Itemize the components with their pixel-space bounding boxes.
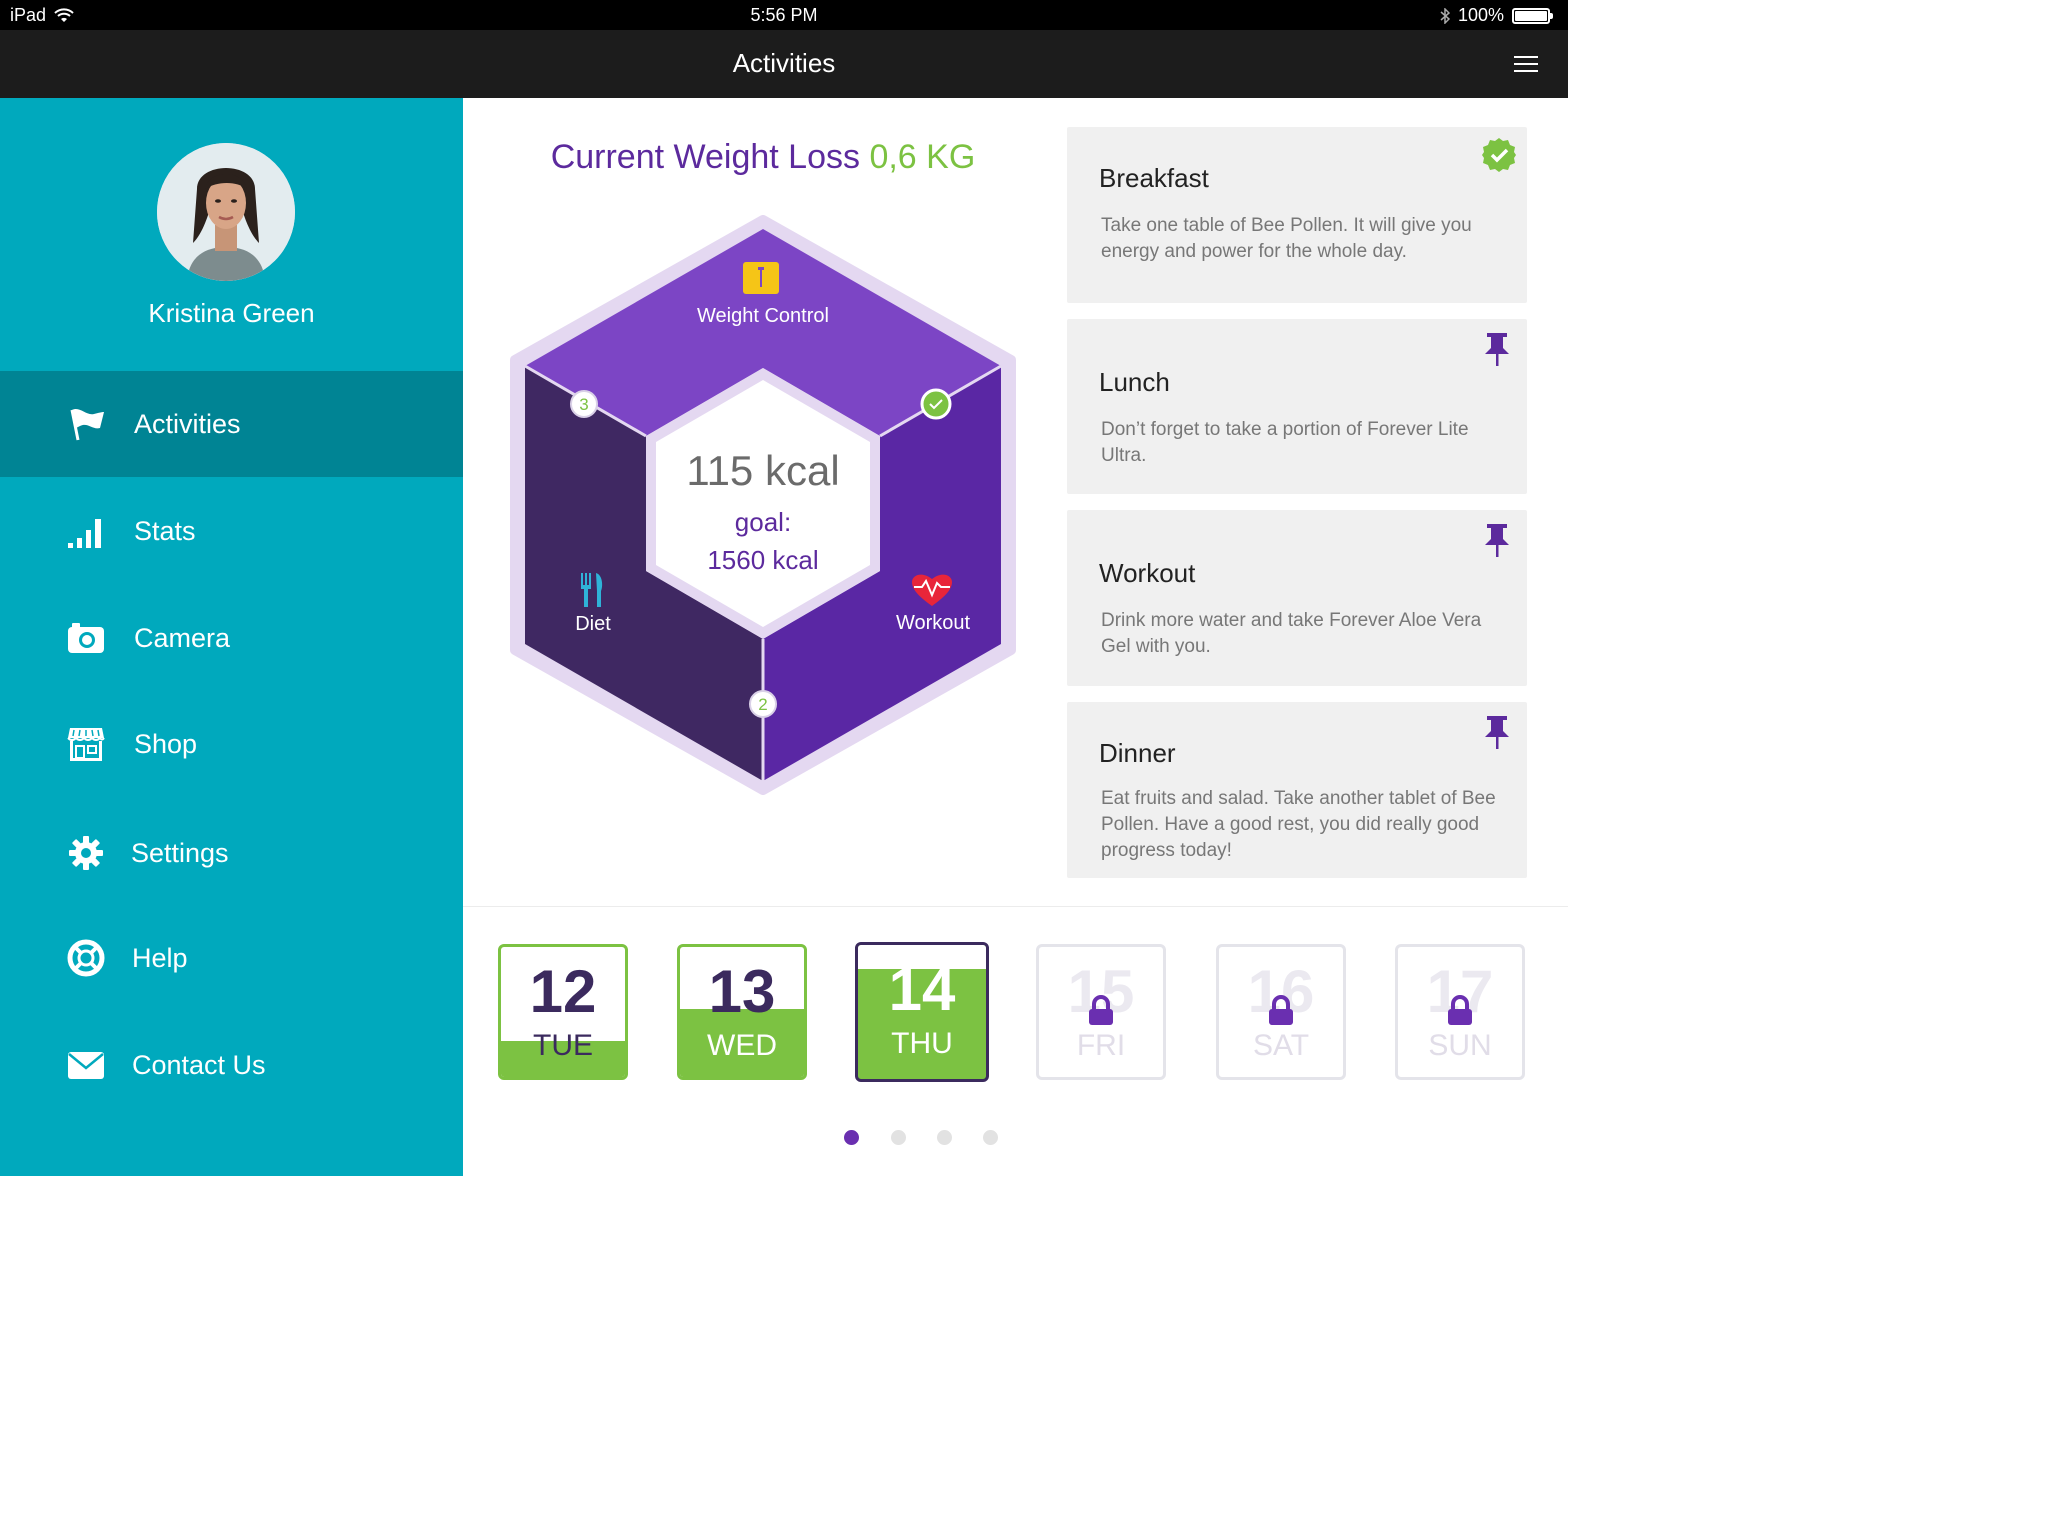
status-time: 5:56 PM	[750, 5, 818, 25]
sidebar-item-stats[interactable]: Stats	[0, 478, 463, 584]
day-weekday: TUE	[533, 1029, 593, 1062]
card-title: Lunch	[1099, 367, 1170, 397]
bars-icon	[66, 511, 106, 551]
hamburger-icon[interactable]	[1514, 56, 1538, 74]
page-dot-3[interactable]	[937, 1130, 952, 1145]
sidebar-item-camera[interactable]: Camera	[0, 585, 463, 691]
kcal-value: 115 kcal	[686, 447, 840, 494]
card-text: Take one table of Bee Pollen. It will gi…	[1101, 215, 1472, 262]
mail-icon	[66, 1045, 106, 1085]
day-tile-wed[interactable]: 13 WED	[677, 944, 807, 1080]
sidebar-item-label: Help	[132, 942, 188, 973]
lifebuoy-icon	[66, 938, 106, 978]
sidebar-item-label: Contact Us	[132, 1049, 266, 1080]
day-weekday: SUN	[1428, 1029, 1492, 1062]
flag-icon	[66, 404, 106, 444]
day-tile-sun: 17 SUN	[1395, 944, 1525, 1080]
sidebar: Kristina Green Activities Stats Camera S…	[0, 98, 463, 1176]
pagination	[0, 1130, 1568, 1146]
day-tile-fri: 15 FRI	[1036, 944, 1166, 1080]
card-text: Don’t forget to take a portion of Foreve…	[1101, 419, 1469, 466]
page-dot-2[interactable]	[891, 1130, 906, 1145]
sidebar-item-label: Activities	[134, 408, 241, 439]
day-number: 12	[529, 958, 597, 1025]
day-tile-sat: 16 SAT	[1216, 944, 1346, 1080]
weight-loss-title: Current Weight Loss 0,6 KG	[463, 138, 1063, 177]
sidebar-item-label: Stats	[134, 515, 196, 546]
sidebar-item-contact[interactable]: Contact Us	[0, 1012, 463, 1118]
sidebar-item-activities[interactable]: Activities	[0, 371, 463, 477]
card-dinner[interactable]: Dinner Eat fruits and salad. Take anothe…	[1067, 702, 1527, 878]
shop-icon	[66, 724, 106, 764]
lock-icon	[1089, 995, 1113, 1025]
card-text: Eat fruits and salad. Take another table…	[1101, 788, 1496, 861]
scale-icon	[743, 262, 779, 294]
sidebar-item-settings[interactable]: Settings	[0, 800, 463, 906]
badge-2-text: 2	[758, 695, 767, 714]
page-dot-1[interactable]	[844, 1130, 859, 1145]
sidebar-item-help[interactable]: Help	[0, 905, 463, 1011]
page-title: Activities	[732, 48, 836, 78]
battery-icon	[1512, 7, 1553, 24]
status-right: 100%	[1440, 5, 1553, 26]
avatar[interactable]	[157, 143, 295, 281]
day-number: 13	[708, 958, 776, 1025]
gear-icon	[66, 833, 106, 873]
workout-label: Workout	[895, 612, 971, 634]
badge-3-text: 3	[579, 395, 588, 414]
card-breakfast[interactable]: Breakfast Take one table of Bee Pollen. …	[1067, 127, 1527, 303]
day-weekday: FRI	[1076, 1029, 1126, 1062]
nav-bar: Activities	[0, 30, 1568, 98]
badge-check	[920, 388, 952, 420]
card-text: Drink more water and take Forever Aloe V…	[1101, 610, 1482, 657]
lock-icon	[1269, 995, 1293, 1025]
badge-2: 2	[749, 690, 777, 718]
goal-value: 1560 kcal	[707, 545, 819, 575]
day-weekday: THU	[891, 1027, 953, 1060]
divider	[463, 906, 1568, 907]
card-title: Dinner	[1099, 738, 1176, 768]
bluetooth-icon	[1440, 7, 1450, 24]
day-number: 14	[888, 956, 956, 1023]
sidebar-item-label: Settings	[131, 837, 229, 868]
card-title: Breakfast	[1099, 163, 1209, 193]
sidebar-item-shop[interactable]: Shop	[0, 691, 463, 797]
check-circle-icon	[1481, 137, 1517, 173]
battery-percent: 100%	[1457, 5, 1504, 25]
pin-icon[interactable]	[1479, 331, 1515, 367]
weight-loss-value: 0,6 KG	[869, 138, 976, 176]
goal-label: goal:	[734, 507, 792, 537]
badge-3: 3	[570, 390, 598, 418]
card-workout[interactable]: Workout Drink more water and take Foreve…	[1067, 510, 1527, 686]
diet-label: Diet	[575, 613, 611, 635]
day-tile-thu[interactable]: 14 THU	[855, 942, 989, 1082]
card-title: Workout	[1099, 558, 1196, 588]
sidebar-item-label: Shop	[134, 728, 198, 759]
day-weekday: WED	[707, 1029, 777, 1062]
day-weekday: SAT	[1252, 1029, 1310, 1062]
lock-icon	[1448, 995, 1472, 1025]
pin-icon[interactable]	[1479, 714, 1515, 750]
user-name: Kristina Green	[148, 298, 315, 328]
activity-hexagon: 3 2 Weight Control Diet Workout 115 kcal…	[508, 215, 1018, 795]
hexagon-graphic: 3 2	[510, 215, 1016, 795]
sidebar-item-label: Camera	[134, 622, 231, 653]
avatar-image	[157, 143, 295, 281]
weight-loss-label: Current Weight Loss	[550, 138, 860, 176]
day-tile-tue[interactable]: 12 TUE	[498, 944, 628, 1080]
pin-icon[interactable]	[1479, 522, 1515, 558]
status-bar: iPad 5:56 PM 100%	[0, 0, 1568, 30]
camera-icon	[66, 618, 106, 658]
weight-control-label: Weight Control	[697, 305, 829, 327]
card-lunch[interactable]: Lunch Don’t forget to take a portion of …	[1067, 319, 1527, 494]
page-dot-4[interactable]	[983, 1130, 998, 1145]
